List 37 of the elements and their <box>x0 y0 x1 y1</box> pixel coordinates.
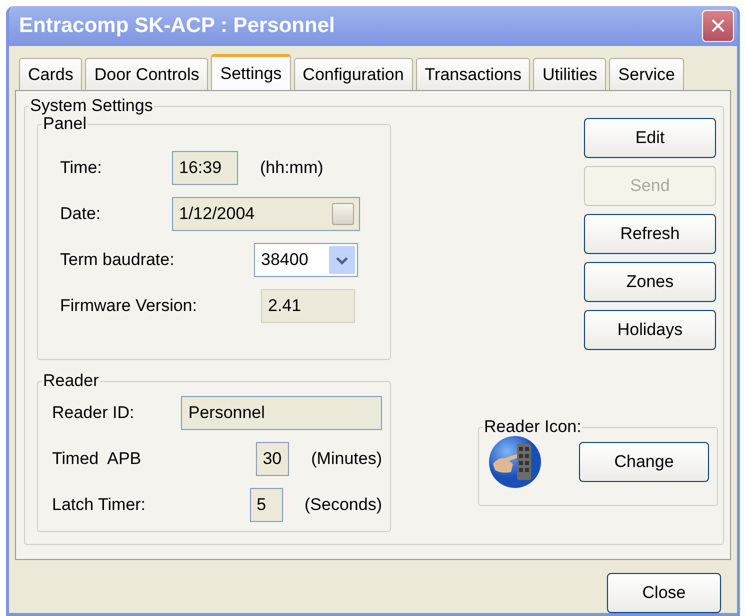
close-button[interactable]: × <box>702 10 734 42</box>
field-label: Latch Timer: <box>52 494 147 516</box>
window-title: Entracomp SK-ACP : Personnel <box>19 13 335 40</box>
action-button[interactable]: Edit <box>584 118 716 158</box>
input-field[interactable]: Personnel <box>181 396 382 430</box>
group-title: Reader Icon: <box>483 418 582 436</box>
input-field[interactable]: 30 <box>256 442 290 476</box>
unit-label: (hh:mm) <box>260 157 324 180</box>
group-title: Panel <box>43 115 88 133</box>
group-title: Reader <box>42 372 100 390</box>
tab[interactable]: Cards <box>19 58 82 90</box>
input-field[interactable]: 5 <box>250 488 283 522</box>
tab[interactable]: Settings <box>211 54 291 90</box>
tab[interactable]: Transactions <box>416 58 530 90</box>
dropdown[interactable]: 38400 <box>254 243 358 277</box>
field-label: Date: <box>60 203 102 226</box>
change-button[interactable]: Change <box>579 442 709 482</box>
field-label: Term baudrate: <box>60 249 176 272</box>
field-label: Timed APB <box>52 448 142 470</box>
field-label: Time: <box>60 157 103 180</box>
action-button[interactable]: Refresh <box>584 214 716 254</box>
close-dialog-button[interactable]: Close <box>607 573 721 613</box>
date-field[interactable]: 1/12/2004 <box>172 197 360 231</box>
field-label: Firmware Version: <box>60 295 198 318</box>
calendar-button[interactable] <box>332 203 354 225</box>
group-title: System Settings <box>29 97 154 115</box>
action-button[interactable]: Zones <box>584 262 716 302</box>
input-field[interactable]: 16:39 <box>172 151 238 185</box>
tab[interactable]: Configuration <box>294 58 413 90</box>
tab[interactable]: Service <box>609 58 684 90</box>
field-label: Reader ID: <box>52 402 136 424</box>
tab[interactable]: Utilities <box>533 58 606 90</box>
unit-label: (Minutes) <box>311 448 382 470</box>
tab[interactable]: Door Controls <box>85 58 208 90</box>
reader-icon <box>487 434 543 490</box>
action-button[interactable]: Holidays <box>584 310 716 350</box>
unit-label: (Seconds) <box>304 494 382 516</box>
